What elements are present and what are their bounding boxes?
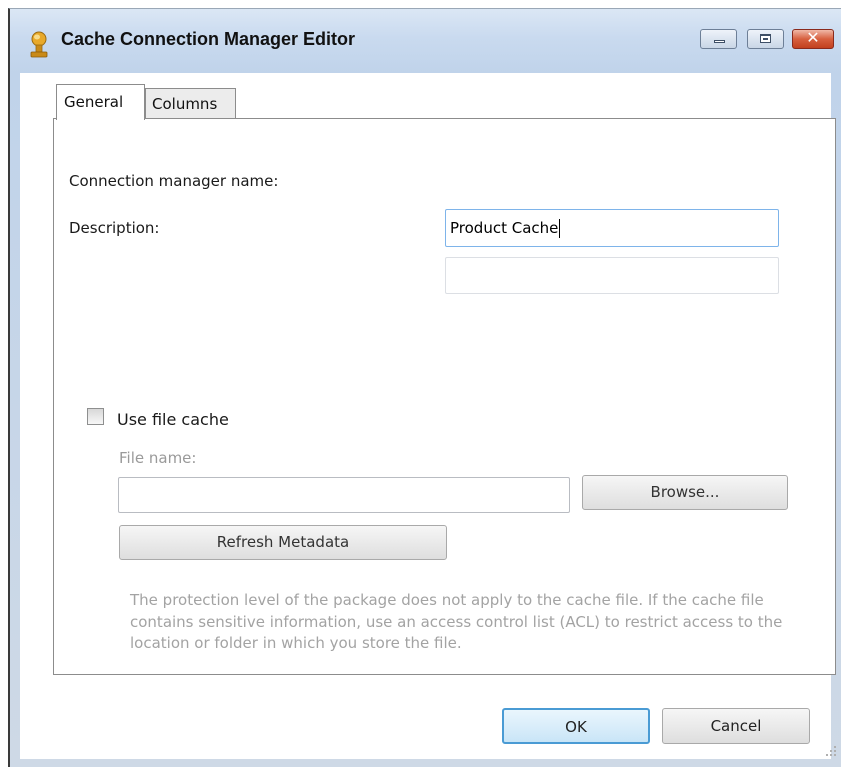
window-frame-left xyxy=(10,73,20,767)
dialog-content: General Columns Connection manager name:… xyxy=(20,73,836,759)
title-bar[interactable]: Cache Connection Manager Editor ✕ xyxy=(10,9,841,73)
window-title: Cache Connection Manager Editor xyxy=(61,29,356,49)
minimize-button[interactable] xyxy=(700,29,737,49)
use-file-cache-checkbox[interactable] xyxy=(87,408,104,425)
file-name-label: File name: xyxy=(119,449,197,467)
description-label: Description: xyxy=(69,219,160,237)
file-name-input[interactable] xyxy=(118,477,570,513)
use-file-cache-label[interactable]: Use file cache xyxy=(117,410,229,429)
cancel-button[interactable]: Cancel xyxy=(662,708,810,744)
protection-note: The protection level of the package does… xyxy=(130,591,783,652)
text-caret xyxy=(559,219,561,238)
refresh-metadata-button[interactable]: Refresh Metadata xyxy=(119,525,447,560)
tab-general[interactable]: General xyxy=(56,84,145,120)
size-grip-icon[interactable] xyxy=(825,745,837,757)
description-input[interactable] xyxy=(445,257,779,294)
connection-name-value: Product Cache xyxy=(450,219,559,237)
cache-connection-icon xyxy=(30,31,48,58)
minimize-icon xyxy=(714,40,725,43)
close-button[interactable]: ✕ xyxy=(792,28,834,49)
browse-button[interactable]: Browse... xyxy=(582,475,788,510)
dialog-window: Cache Connection Manager Editor ✕ Genera… xyxy=(8,8,841,767)
connection-name-input[interactable]: Product Cache xyxy=(445,209,779,247)
maximize-icon xyxy=(760,34,771,43)
close-icon: ✕ xyxy=(806,28,820,47)
connection-name-label: Connection manager name: xyxy=(69,172,279,190)
tab-columns[interactable]: Columns xyxy=(145,88,236,119)
ok-button[interactable]: OK xyxy=(502,708,650,744)
maximize-button[interactable] xyxy=(747,29,784,49)
window-frame-bottom xyxy=(10,759,841,767)
